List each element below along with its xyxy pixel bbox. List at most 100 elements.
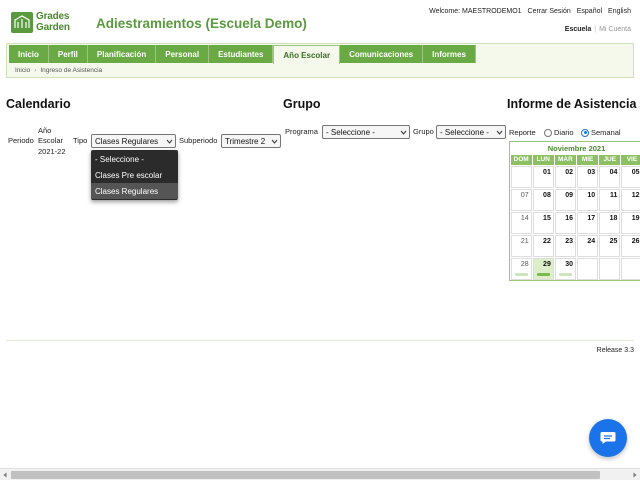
calendar-day[interactable]: 23 (554, 234, 577, 257)
welcome-text: Welcome: MAESTRODEMO1 (429, 8, 522, 15)
subperiodo-selected-value: Trimestre 2 (225, 136, 266, 146)
grupo-select[interactable]: - Seleccione - (436, 125, 506, 139)
calendar-day[interactable]: 15 (532, 211, 554, 234)
tab-planificacion[interactable]: Planificación (87, 45, 157, 63)
attendance-indicator (514, 272, 528, 276)
logo-text: Grades Garden (36, 11, 70, 33)
scroll-left-icon[interactable] (1, 471, 9, 479)
calendar-day-number: 23 (565, 237, 574, 245)
programa-select[interactable]: - Seleccione - (322, 125, 410, 139)
logout-link[interactable]: Cerrar Sesión (528, 8, 571, 15)
release-version: Release 3.3 (596, 347, 634, 354)
my-account-link[interactable]: Mi Cuenta (599, 26, 631, 33)
calendar-day-number: 29 (543, 260, 551, 268)
calendar-empty-cell (621, 257, 640, 280)
tab-perfil[interactable]: Perfil (48, 45, 88, 63)
grupo-title: Grupo (283, 97, 321, 111)
breadcrumb: Inicio › Ingreso de Asistencia (15, 67, 102, 74)
weekday-lun: LUN (532, 155, 554, 165)
calendar-day[interactable]: 14 (510, 211, 532, 234)
school-link[interactable]: Escuela (565, 26, 591, 33)
calendar-day[interactable]: 24 (577, 234, 599, 257)
tab-personal[interactable]: Personal (156, 45, 210, 63)
chevron-down-icon (496, 130, 503, 135)
radio-semanal-control[interactable] (581, 128, 589, 137)
periodo-value-line-2: Escolar (38, 136, 64, 145)
radio-semanal-label: Semanal (591, 128, 621, 137)
grades-garden-logo[interactable]: Grades Garden (11, 11, 81, 34)
chevron-down-icon (400, 130, 407, 135)
language-english-link[interactable]: English (608, 8, 631, 15)
subperiodo-select[interactable]: Trimestre 2 (221, 134, 281, 148)
chevron-down-icon (271, 139, 278, 144)
calendar-day[interactable]: 12 (621, 188, 640, 211)
calendar-day[interactable]: 05 (621, 165, 640, 188)
scrollbar-thumb[interactable] (11, 471, 600, 479)
tipo-label: Tipo (73, 136, 88, 145)
tab-estudiantes[interactable]: Estudiantes (209, 45, 274, 63)
calendar-day-number: 10 (587, 191, 596, 199)
calendar-day-number: 05 (631, 168, 640, 176)
grupo-selected-value: - Seleccione - (440, 127, 489, 137)
calendar-day[interactable]: 10 (577, 188, 599, 211)
chat-support-button[interactable] (589, 419, 627, 457)
calendar-day-number: 09 (565, 191, 574, 199)
calendar-day[interactable]: 09 (554, 188, 577, 211)
scroll-right-icon[interactable] (631, 471, 639, 479)
calendar-day-number: 25 (609, 237, 618, 245)
calendar-day[interactable]: 11 (599, 188, 621, 211)
logo-line-2: Garden (36, 21, 70, 33)
calendar-day[interactable]: 01 (532, 165, 554, 188)
calendar-day-number: 21 (520, 237, 529, 245)
breadcrumb-arrow-icon: › (34, 67, 37, 74)
tipo-option-pre-escolar[interactable]: Clases Pre escolar (91, 167, 178, 183)
calendar-day[interactable]: 07 (510, 188, 532, 211)
calendar-day[interactable]: 29 (532, 257, 554, 280)
calendar-day[interactable]: 26 (621, 234, 640, 257)
calendar-day-number: 12 (631, 191, 640, 199)
tipo-select[interactable]: Clases Regulares (91, 134, 176, 148)
grupo-label: Grupo (413, 127, 434, 136)
radio-semanal[interactable]: Semanal (581, 128, 621, 137)
calendar-day-number: 16 (565, 214, 574, 222)
tipo-selected-value: Clases Regulares (95, 136, 159, 146)
breadcrumb-current: Ingreso de Asistencia (40, 67, 103, 74)
calendar-day[interactable]: 30 (554, 257, 577, 280)
calendar-day-number: 01 (543, 168, 551, 176)
radio-diario-control[interactable] (544, 128, 552, 137)
calendar-empty-cell (510, 165, 532, 188)
horizontal-scrollbar[interactable] (0, 468, 640, 480)
tab-informes[interactable]: Informes (423, 45, 476, 63)
calendar-day[interactable]: 08 (532, 188, 554, 211)
breadcrumb-home-link[interactable]: Inicio (15, 67, 30, 74)
calendar-day-number: 18 (609, 214, 618, 222)
tab-inicio[interactable]: Inicio (9, 45, 49, 63)
calendar-day[interactable]: 19 (621, 211, 640, 234)
account-separator: | (594, 26, 597, 33)
tab-ano-escolar[interactable]: Año Escolar (273, 45, 341, 64)
periodo-value-line-3: 2021-22 (38, 147, 66, 156)
calendar-day[interactable]: 02 (554, 165, 577, 188)
chat-bubble-icon (600, 432, 616, 444)
language-spanish-link[interactable]: Español (577, 8, 602, 15)
calendar-day[interactable]: 25 (599, 234, 621, 257)
calendar-day[interactable]: 16 (554, 211, 577, 234)
radio-diario[interactable]: Diario (544, 128, 574, 137)
calendar-day[interactable]: 21 (510, 234, 532, 257)
programa-label: Programa (285, 127, 318, 136)
calendar-day[interactable]: 28 (510, 257, 532, 280)
calendar-day[interactable]: 03 (577, 165, 599, 188)
calendar-grid: 01 02 03 04 05 07 08 09 10 11 12 14 15 16 17 18 19 21 22 23… (510, 165, 640, 280)
calendar-weekday-header: DOM LUN MAR MIE JUE VIE (510, 155, 640, 165)
weekday-mar: MAR (554, 155, 577, 165)
calendar-day-number: 11 (609, 191, 618, 199)
calendar-day[interactable]: 17 (577, 211, 599, 234)
tipo-option-regulares[interactable]: Clases Regulares (91, 183, 178, 199)
tipo-option-seleccione[interactable]: - Seleccione - (91, 151, 178, 167)
calendar-day[interactable]: 18 (599, 211, 621, 234)
main-navbar: Inicio Perfil Planificación Personal Est… (6, 43, 634, 78)
tab-comunicaciones[interactable]: Comunicaciones (340, 45, 424, 63)
calendar-day[interactable]: 22 (532, 234, 554, 257)
calendar-day[interactable]: 04 (599, 165, 621, 188)
tipo-dropdown-menu: - Seleccione - Clases Pre escolar Clases… (91, 150, 178, 200)
